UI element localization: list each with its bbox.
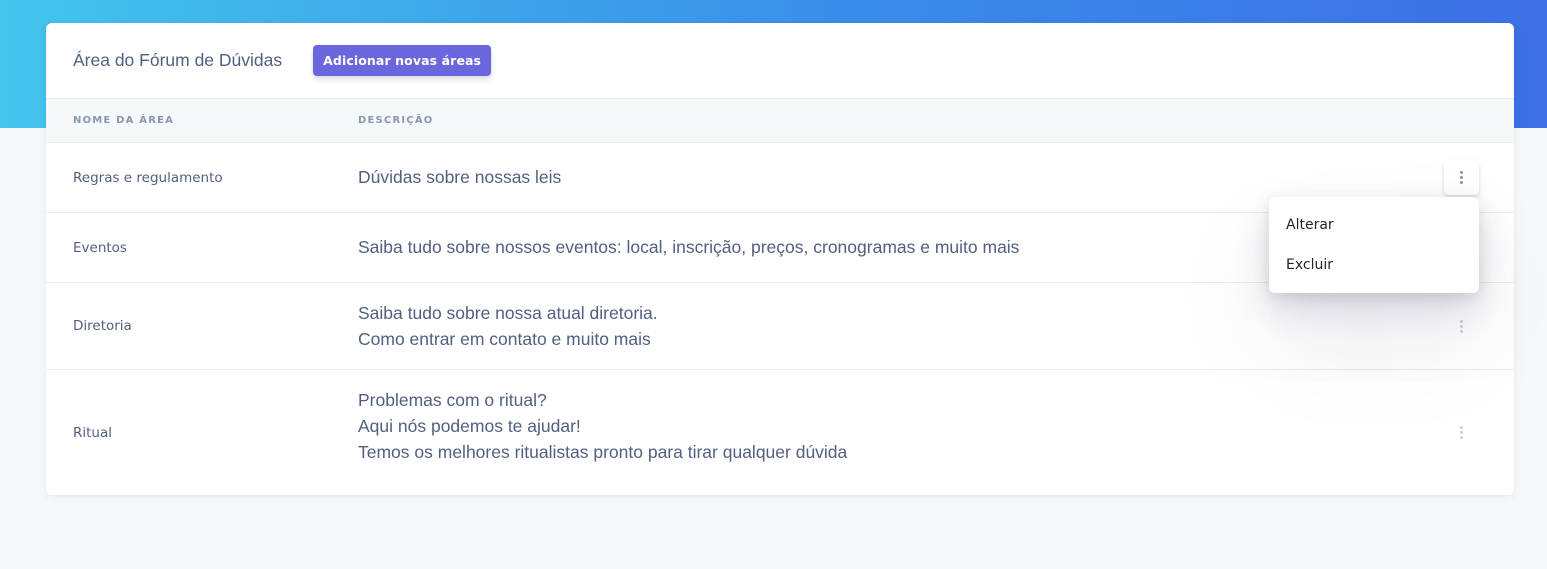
forum-areas-card: Área do Fórum de Dúvidas Adicionar novas… [46,23,1514,495]
table-body: Regras e regulamento Dúvidas sobre nossa… [46,143,1514,495]
area-description: Saiba tudo sobre nossos eventos: local, … [358,234,1019,260]
description-line: Problemas com o ritual? [358,390,547,410]
description-line: Dúvidas sobre nossas leis [358,167,562,187]
area-description: Problemas com o ritual? Aqui nós podemos… [358,387,847,465]
area-name: Ritual [73,424,113,441]
table-row: Diretoria Saiba tudo sobre nossa atual d… [46,283,1514,370]
card-header: Área do Fórum de Dúvidas Adicionar novas… [46,23,1514,99]
more-vertical-icon [1460,171,1463,184]
more-vertical-icon [1460,319,1463,333]
add-area-button[interactable]: Adicionar novas áreas [313,45,492,76]
table-header: NOME DA ÁREA DESCRIÇÃO [46,99,1514,143]
area-name: Eventos [73,239,127,256]
area-description: Saiba tudo sobre nossa atual diretoria. … [358,300,658,352]
area-name: Diretoria [73,318,132,334]
row-actions-button[interactable] [1444,160,1479,195]
more-vertical-icon [1460,426,1463,439]
column-header-description: DESCRIÇÃO [358,115,434,126]
row-actions-button[interactable] [1444,309,1479,344]
row-actions-dropdown: Alterar Excluir [1269,197,1479,293]
description-line: Saiba tudo sobre nossos eventos: local, … [358,237,1020,257]
page-title: Área do Fórum de Dúvidas [73,50,283,70]
description-line: Saiba tudo sobre nossa atual diretoria. [358,303,658,323]
delete-menu-item[interactable]: Excluir [1269,245,1479,285]
description-line: Aqui nós podemos te ajudar! [358,416,581,436]
description-line: Como entrar em contato e muito mais [358,329,651,349]
column-header-name: NOME DA ÁREA [73,115,175,126]
table-row: Ritual Problemas com o ritual? Aqui nós … [46,370,1514,495]
area-name: Regras e regulamento [73,169,223,186]
description-line: Temos os melhores ritualistas pronto par… [358,442,848,462]
edit-menu-item[interactable]: Alterar [1269,205,1479,245]
row-actions-button[interactable] [1444,415,1479,450]
area-description: Dúvidas sobre nossas leis [358,164,561,190]
